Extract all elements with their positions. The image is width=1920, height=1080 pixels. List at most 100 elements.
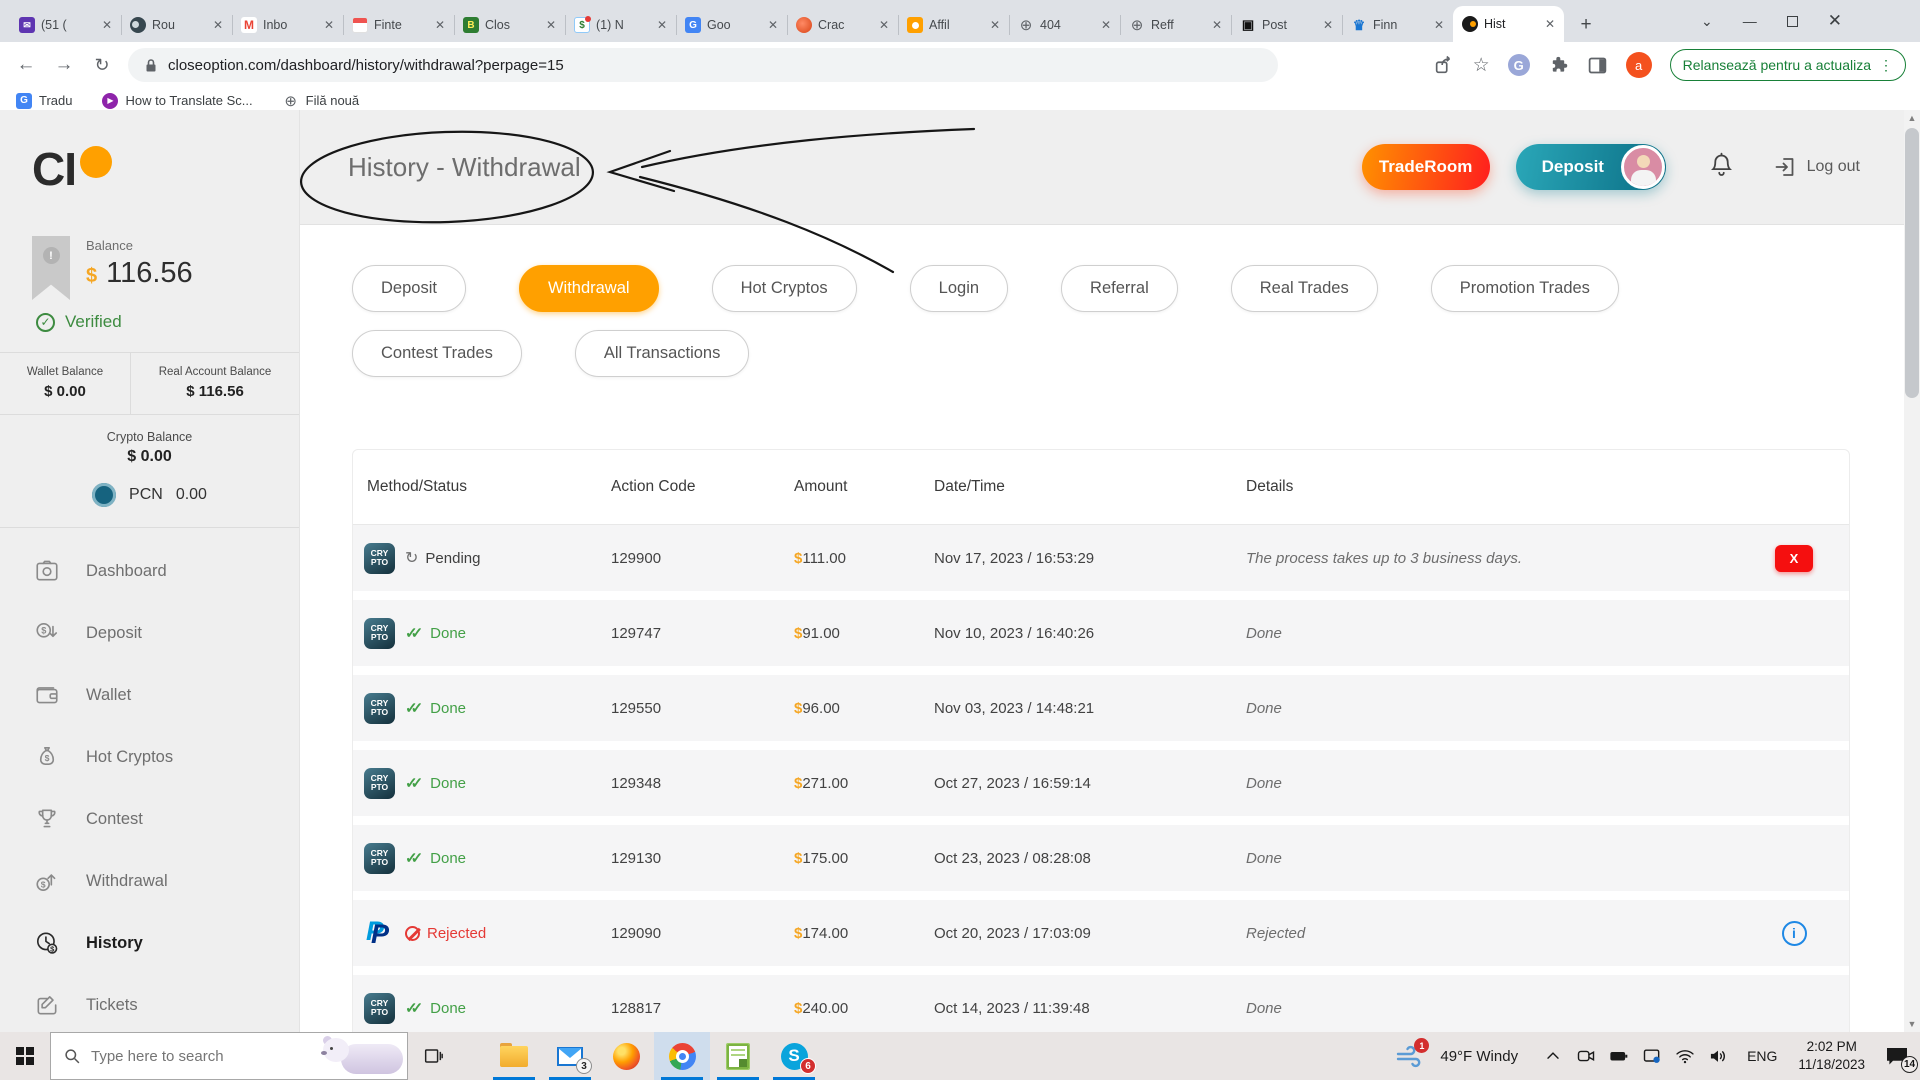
bookmark-item[interactable]: GTradu <box>16 93 72 109</box>
address-bar[interactable]: closeoption.com/dashboard/history/withdr… <box>128 48 1278 82</box>
profile-avatar[interactable]: a <box>1626 52 1652 78</box>
browser-tab[interactable]: ⊕Reff✕ <box>1120 8 1231 42</box>
wifi-icon[interactable] <box>1675 1046 1695 1066</box>
browser-tab[interactable]: Finte✕ <box>343 8 454 42</box>
speaker-icon[interactable] <box>1708 1046 1728 1066</box>
done-check-icon: ✓✓ <box>405 849 423 867</box>
close-window-icon[interactable]: ✕ <box>1828 11 1842 31</box>
relaunch-to-update-button[interactable]: Relansează pentru a actualiza ⋮ <box>1670 49 1906 81</box>
bookmark-item[interactable]: ▶How to Translate Sc... <box>102 93 252 109</box>
browser-tab[interactable]: MInbo✕ <box>232 8 343 42</box>
browser-tab-active[interactable]: Hist✕ <box>1453 6 1564 42</box>
filter-promotion-trades[interactable]: Promotion Trades <box>1431 265 1619 312</box>
tab-close-icon[interactable]: ✕ <box>432 18 448 32</box>
tab-close-icon[interactable]: ✕ <box>1542 17 1558 31</box>
pen-touch-icon[interactable] <box>1642 1046 1662 1066</box>
new-tab-button[interactable]: + <box>1572 11 1600 39</box>
traderoom-button[interactable]: TradeRoom <box>1362 144 1490 190</box>
sidebar-item-wallet[interactable]: Wallet <box>0 664 299 726</box>
mail-app-button[interactable]: 3 <box>542 1032 598 1080</box>
minimize-icon[interactable]: — <box>1743 13 1757 29</box>
tab-close-icon[interactable]: ✕ <box>1098 18 1114 32</box>
browser-tab[interactable]: Rou✕ <box>121 8 232 42</box>
cancel-withdrawal-button[interactable]: X <box>1775 545 1813 572</box>
sidebar-item-contest[interactable]: Contest <box>0 788 299 850</box>
tab-close-icon[interactable]: ✕ <box>1431 18 1447 32</box>
browser-tab[interactable]: ▣Post✕ <box>1231 8 1342 42</box>
side-panel-icon[interactable] <box>1587 55 1608 76</box>
tab-close-icon[interactable]: ✕ <box>1320 18 1336 32</box>
deposit-button[interactable]: Deposit <box>1516 144 1666 190</box>
chrome-button[interactable] <box>654 1032 710 1080</box>
tab-search-chevron-icon[interactable]: ⌄ <box>1701 13 1713 30</box>
tab-close-icon[interactable]: ✕ <box>543 18 559 32</box>
forward-icon[interactable]: → <box>52 54 76 76</box>
language-indicator[interactable]: ENG <box>1747 1048 1777 1064</box>
bookmark-star-icon[interactable]: ☆ <box>1473 54 1490 77</box>
battery-icon[interactable] <box>1609 1046 1629 1066</box>
tab-close-icon[interactable]: ✕ <box>654 18 670 32</box>
tab-close-icon[interactable]: ✕ <box>1209 18 1225 32</box>
meet-now-camera-icon[interactable] <box>1576 1046 1596 1066</box>
maximize-icon[interactable] <box>1787 16 1798 27</box>
filter-all-transactions[interactable]: All Transactions <box>575 330 749 377</box>
filter-hot-cryptos[interactable]: Hot Cryptos <box>712 265 857 312</box>
reload-icon[interactable]: ↻ <box>90 55 114 76</box>
tab-close-icon[interactable]: ✕ <box>876 18 892 32</box>
taskbar-search[interactable] <box>50 1032 408 1080</box>
tab-close-icon[interactable]: ✕ <box>210 18 226 32</box>
browser-tab[interactable]: Crac✕ <box>787 8 898 42</box>
filter-real-trades[interactable]: Real Trades <box>1231 265 1378 312</box>
filter-withdrawal-active[interactable]: Withdrawal <box>519 265 659 312</box>
browser-tab[interactable]: GGoo✕ <box>676 8 787 42</box>
scroll-down-icon[interactable]: ▼ <box>1904 1016 1920 1032</box>
chrome-menu-icon[interactable]: ⋮ <box>1879 57 1893 74</box>
sidebar-item-history[interactable]: $ History <box>0 912 299 974</box>
done-check-icon: ✓✓ <box>405 774 423 792</box>
tab-close-icon[interactable]: ✕ <box>321 18 337 32</box>
tray-chevron-up-icon[interactable] <box>1543 1046 1563 1066</box>
notifications-bell-icon[interactable] <box>1708 151 1735 183</box>
filter-referral[interactable]: Referral <box>1061 265 1178 312</box>
filter-contest-trades[interactable]: Contest Trades <box>352 330 522 377</box>
tab-close-icon[interactable]: ✕ <box>765 18 781 32</box>
filter-deposit[interactable]: Deposit <box>352 265 466 312</box>
extensions-puzzle-icon[interactable] <box>1548 55 1569 76</box>
logout-button[interactable]: Log out <box>1773 155 1860 179</box>
browser-tab[interactable]: ♛Finn✕ <box>1342 8 1453 42</box>
sidebar-item-hot-cryptos[interactable]: $ Hot Cryptos <box>0 726 299 788</box>
search-input[interactable] <box>91 1048 291 1065</box>
back-icon[interactable]: ← <box>14 54 38 76</box>
grammarly-extension-icon[interactable]: G <box>1508 54 1530 76</box>
firefox-button[interactable] <box>598 1032 654 1080</box>
browser-tab[interactable]: ✉(51 (✕ <box>10 8 121 42</box>
sidebar-item-tickets[interactable]: Tickets <box>0 974 299 1032</box>
browser-tab[interactable]: $(1) N✕ <box>565 8 676 42</box>
sidebar-item-dashboard[interactable]: Dashboard <box>0 540 299 602</box>
skype-button[interactable]: S6 <box>766 1032 822 1080</box>
share-icon[interactable] <box>1433 54 1455 76</box>
sidebar-item-withdrawal[interactable]: $ Withdrawal <box>0 850 299 912</box>
action-center-button[interactable]: 14 <box>1880 1039 1914 1073</box>
tab-close-icon[interactable]: ✕ <box>987 18 1003 32</box>
filter-login[interactable]: Login <box>910 265 1008 312</box>
scroll-up-icon[interactable]: ▲ <box>1904 110 1920 126</box>
browser-tab[interactable]: ⊕404✕ <box>1009 8 1120 42</box>
bookmark-item[interactable]: ⊕Filă nouă <box>283 93 359 109</box>
scrollbar-thumb[interactable] <box>1905 128 1919 398</box>
vertical-scrollbar[interactable]: ▲ ▼ <box>1904 110 1920 1032</box>
weather-text[interactable]: 49°F Windy <box>1440 1048 1518 1065</box>
browser-tab[interactable]: Affil✕ <box>898 8 1009 42</box>
sidebar-item-deposit[interactable]: $ Deposit <box>0 602 299 664</box>
task-view-button[interactable] <box>408 1032 458 1080</box>
closeoption-logo[interactable]: CI <box>0 110 299 196</box>
weather-wind-icon[interactable]: 1 <box>1395 1041 1425 1071</box>
browser-tab[interactable]: BClos✕ <box>454 8 565 42</box>
info-button[interactable]: i <box>1782 921 1807 946</box>
tab-close-icon[interactable]: ✕ <box>99 18 115 32</box>
file-explorer-button[interactable] <box>486 1032 542 1080</box>
taskbar-clock[interactable]: 2:02 PM 11/18/2023 <box>1798 1038 1865 1074</box>
libreoffice-calc-button[interactable] <box>710 1032 766 1080</box>
user-avatar[interactable] <box>1621 145 1665 189</box>
start-button[interactable] <box>0 1032 50 1080</box>
